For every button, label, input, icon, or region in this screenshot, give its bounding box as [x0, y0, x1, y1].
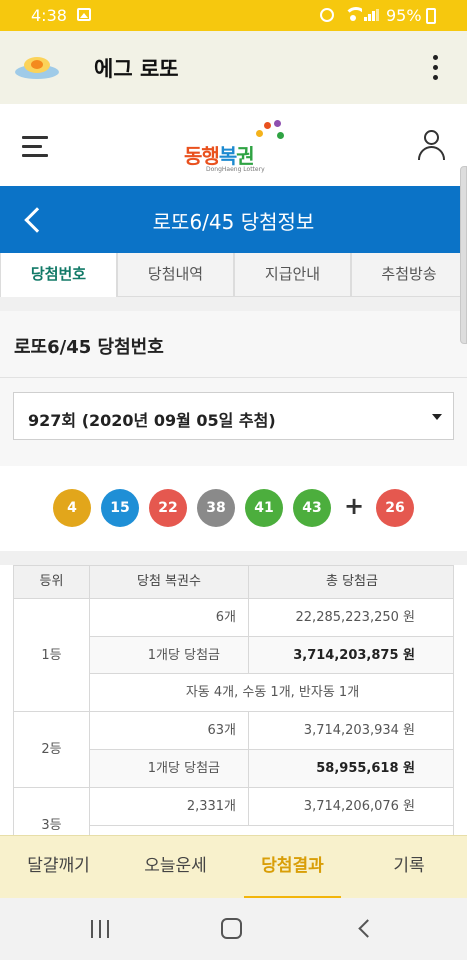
rank-cell: 2등: [14, 712, 90, 788]
app-title: 에그 로또: [94, 57, 179, 81]
status-bar: 4:38 95%: [0, 0, 467, 31]
edge-panel-handle[interactable]: [460, 166, 467, 344]
site-header: 동행복권 DongHaeng Lottery: [0, 104, 467, 186]
number-ball: 41: [245, 489, 283, 527]
logo-text: 동행복권: [184, 144, 255, 168]
section-spacer: [0, 551, 467, 565]
page-title: 로또6/45 당첨정보: [152, 210, 315, 234]
winning-numbers: 4 15 22 38 41 43 + 26: [0, 466, 467, 551]
nav-winning-results[interactable]: 당첨결과: [234, 836, 351, 899]
tab-winning-history[interactable]: 당첨내역: [117, 253, 234, 297]
tab-bar: 당첨번호 당첨내역 지급안내 추첨방송: [0, 253, 467, 297]
logo-subtitle: DongHaeng Lottery: [206, 166, 265, 173]
home-icon[interactable]: [221, 918, 242, 939]
wifi-icon: [344, 7, 362, 21]
battery-percent: 95%: [386, 6, 422, 25]
per-ticket-prize: 58,955,618 원: [249, 750, 453, 788]
number-ball: 4: [53, 489, 91, 527]
per-ticket-label: 1개당 당첨금: [90, 637, 249, 674]
menu-icon[interactable]: [22, 136, 48, 158]
per-ticket-prize: 3,714,203,875 원: [249, 637, 453, 674]
section-title: 로또6/45 당첨번호: [14, 337, 164, 358]
bonus-plus-sign: +: [344, 492, 365, 520]
total-prize: 3,714,203,934 원: [249, 712, 453, 750]
signal-icon: [364, 9, 380, 21]
recent-apps-icon[interactable]: [91, 920, 111, 938]
total-prize: 22,285,223,250 원: [249, 599, 453, 637]
total-prize: 3,714,206,076 원: [249, 788, 453, 826]
page-title-bar: 로또6/45 당첨정보: [0, 186, 467, 253]
number-ball: 43: [293, 489, 331, 527]
draw-select-wrapper: 927회 (2020년 09월 05일 추첨): [0, 378, 467, 466]
winner-count: 2,331개: [90, 788, 249, 826]
table-header-rank: 등위: [14, 565, 90, 599]
table-header-total: 총 당첨금: [249, 565, 453, 599]
tab-winning-numbers[interactable]: 당첨번호: [0, 253, 117, 297]
bottom-nav: 달걀깨기 오늘운세 당첨결과 기록: [0, 835, 467, 899]
egg-logo-icon: [15, 51, 59, 83]
prize-table: 등위 당첨 복권수 총 당첨금 1등 6개 22,285,223,250 원 1…: [13, 565, 454, 835]
dropdown-caret-icon: [432, 414, 442, 420]
section-spacer: [0, 297, 467, 311]
table-header-count: 당첨 복권수: [90, 565, 249, 599]
donghaeng-lottery-logo[interactable]: 동행복권 DongHaeng Lottery: [184, 118, 284, 178]
draw-round-select[interactable]: 927회 (2020년 09월 05일 추첨): [13, 392, 454, 440]
rank-cell: 3등: [14, 788, 90, 835]
nav-today-fortune[interactable]: 오늘운세: [117, 836, 234, 899]
battery-icon: [426, 8, 436, 24]
system-nav-bar: [0, 898, 467, 960]
tab-payment-guide[interactable]: 지급안내: [234, 253, 351, 297]
purchase-type-note: 자동 4개, 수동 1개, 반자동 1개: [90, 674, 453, 712]
number-ball: 15: [101, 489, 139, 527]
status-time: 4:38: [31, 6, 67, 25]
number-ball: 22: [149, 489, 187, 527]
alarm-icon: [320, 8, 334, 22]
winner-count: 63개: [90, 712, 249, 750]
bonus-ball: 26: [376, 489, 414, 527]
app-bar: 에그 로또: [0, 31, 467, 104]
tab-draw-broadcast[interactable]: 추첨방송: [351, 253, 467, 297]
number-ball: 38: [197, 489, 235, 527]
nav-records[interactable]: 기록: [351, 836, 467, 899]
gallery-notification-icon: [77, 8, 91, 21]
user-icon[interactable]: [417, 130, 447, 162]
winner-count: 6개: [90, 599, 249, 637]
section-header: 로또6/45 당첨번호: [0, 311, 467, 378]
draw-round-value: 927회 (2020년 09월 05일 추첨): [28, 411, 276, 430]
system-back-icon[interactable]: [356, 919, 372, 937]
more-options-icon[interactable]: [430, 55, 440, 81]
rank-cell: 1등: [14, 599, 90, 712]
nav-egg-break[interactable]: 달걀깨기: [0, 836, 117, 899]
per-ticket-label: 1개당 당첨금: [90, 750, 249, 788]
